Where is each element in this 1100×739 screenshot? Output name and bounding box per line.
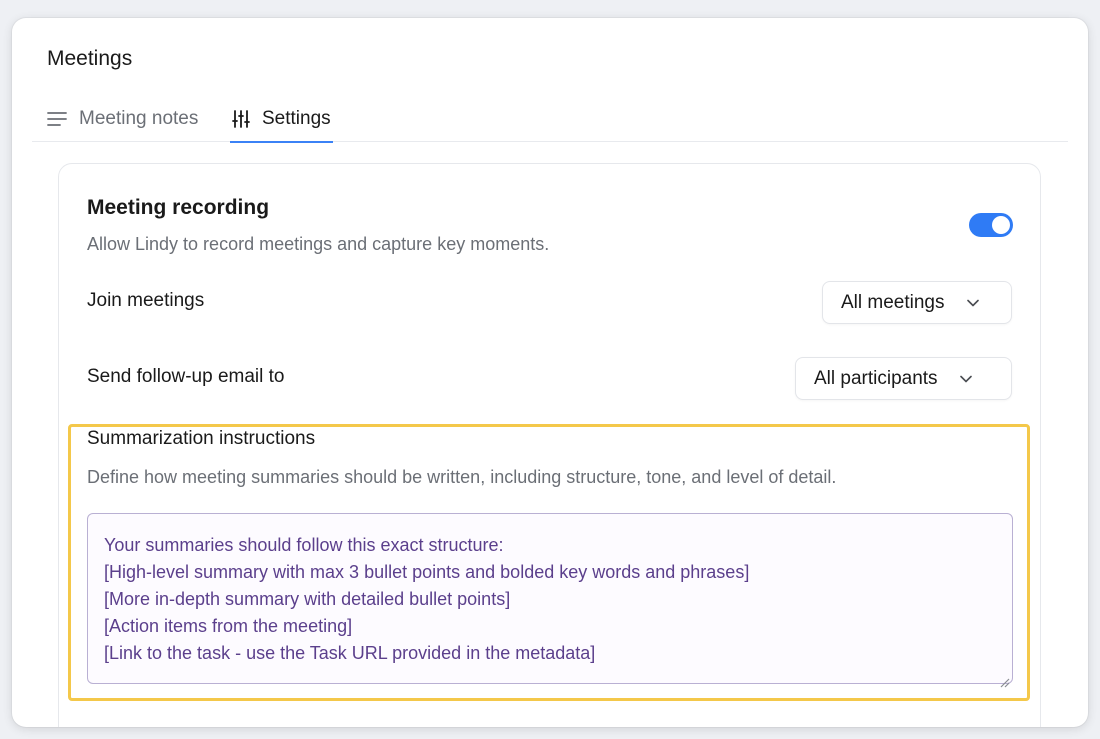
follow-up-email-label: Send follow-up email to	[87, 366, 285, 387]
join-meetings-select[interactable]: All meetings	[822, 281, 1012, 324]
page-title: Meetings	[47, 47, 133, 70]
tab-label: Settings	[262, 108, 331, 129]
join-meetings-label: Join meetings	[87, 290, 205, 311]
toggle-knob	[992, 216, 1010, 234]
meeting-recording-title: Meeting recording	[87, 196, 270, 219]
tab-label: Meeting notes	[79, 108, 199, 129]
highlight-box	[68, 424, 1030, 701]
chevron-down-icon	[959, 375, 972, 383]
join-meetings-value: All meetings	[841, 291, 945, 313]
tab-meeting-notes[interactable]: Meeting notes	[47, 96, 198, 142]
lines-icon	[47, 111, 67, 127]
sliders-icon	[232, 110, 250, 128]
chevron-down-icon	[966, 299, 979, 307]
tab-bar: Meeting notes Settings	[32, 96, 1068, 143]
tab-settings[interactable]: Settings	[230, 96, 333, 143]
follow-up-email-value: All participants	[814, 367, 938, 389]
meeting-recording-toggle[interactable]	[969, 213, 1013, 237]
meeting-recording-description: Allow Lindy to record meetings and captu…	[87, 234, 550, 254]
follow-up-email-select[interactable]: All participants	[795, 357, 1012, 400]
